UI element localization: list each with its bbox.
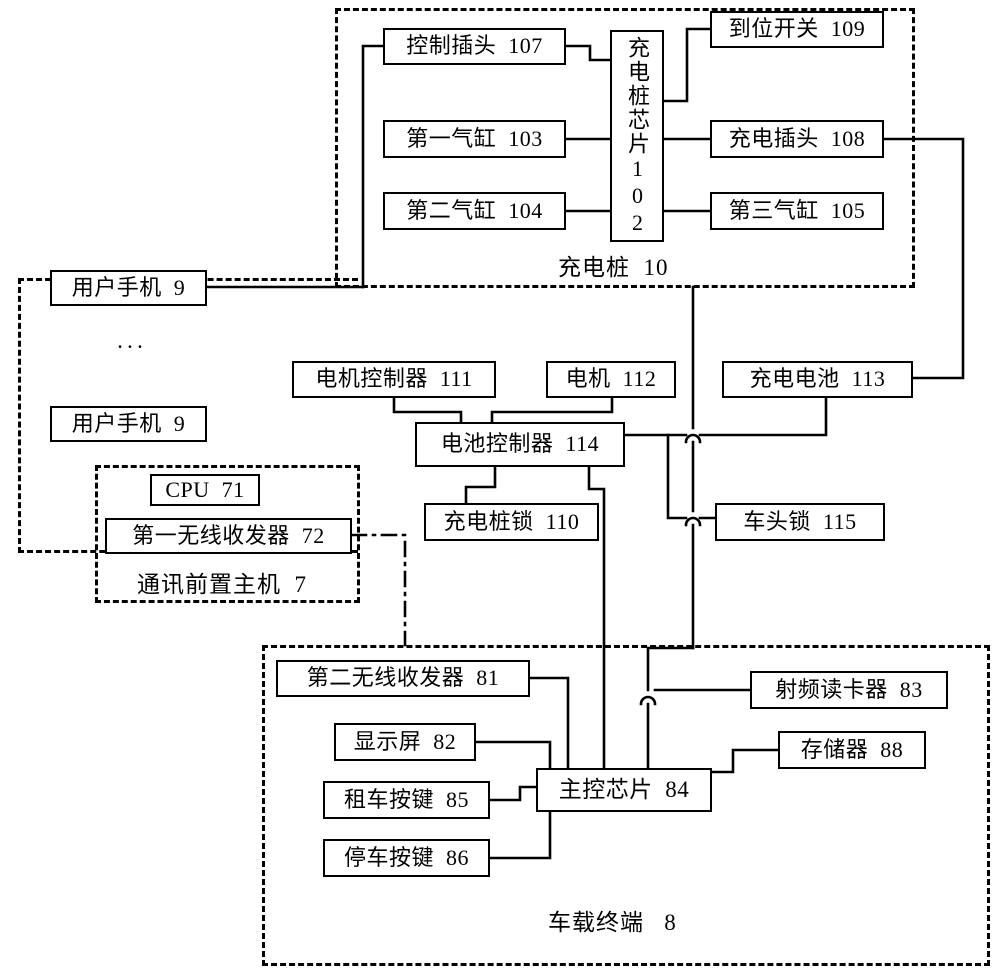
block-wireless-transceiver-2[interactable]: 第二无线收发器 81	[276, 660, 530, 697]
block-battery-controller[interactable]: 电池控制器 114	[415, 422, 625, 467]
block-limit-switch[interactable]: 到位开关 109	[710, 11, 884, 48]
block-rfid-reader[interactable]: 射频读卡器 83	[750, 671, 948, 709]
group-label-charging-pile: 充电桩 10	[558, 255, 669, 280]
group-label-vehicle-terminal: 车载终端 8	[548, 910, 677, 935]
group-label-comm-host: 通讯前置主机 7	[137, 572, 307, 597]
block-charge-plug[interactable]: 充电插头 108	[710, 120, 884, 158]
block-wireless-transceiver-1[interactable]: 第一无线收发器 72	[105, 518, 352, 554]
block-cylinder-3[interactable]: 第三气缸 105	[710, 192, 884, 230]
block-rent-button[interactable]: 租车按键 85	[323, 781, 490, 819]
block-stop-button[interactable]: 停车按键 86	[323, 839, 490, 877]
block-charging-battery[interactable]: 充电电池 113	[722, 361, 913, 398]
block-cylinder-2[interactable]: 第二气缸 104	[383, 192, 566, 230]
block-cpu[interactable]: CPU 71	[150, 474, 260, 506]
block-user-phone-bottom[interactable]: 用户手机 9	[50, 406, 207, 442]
block-pile-chip[interactable]: 充电桩芯片102	[610, 30, 664, 242]
block-memory[interactable]: 存储器 88	[778, 731, 926, 769]
block-motor[interactable]: 电机 112	[546, 361, 676, 398]
block-head-lock[interactable]: 车头锁 115	[715, 503, 885, 541]
ellipsis-user-phones: · · ·	[117, 337, 143, 356]
block-main-chip[interactable]: 主控芯片 84	[536, 768, 712, 812]
diagram-canvas: 控制插头 107 第一气缸 103 第二气缸 104 充电桩芯片102 到位开关…	[0, 0, 1000, 975]
block-user-phone-top[interactable]: 用户手机 9	[50, 270, 207, 306]
block-control-plug[interactable]: 控制插头 107	[383, 28, 566, 65]
block-display[interactable]: 显示屏 82	[334, 723, 476, 761]
block-pile-lock[interactable]: 充电桩锁 110	[424, 503, 599, 541]
block-cylinder-1[interactable]: 第一气缸 103	[383, 120, 566, 158]
block-motor-controller[interactable]: 电机控制器 111	[292, 361, 496, 398]
